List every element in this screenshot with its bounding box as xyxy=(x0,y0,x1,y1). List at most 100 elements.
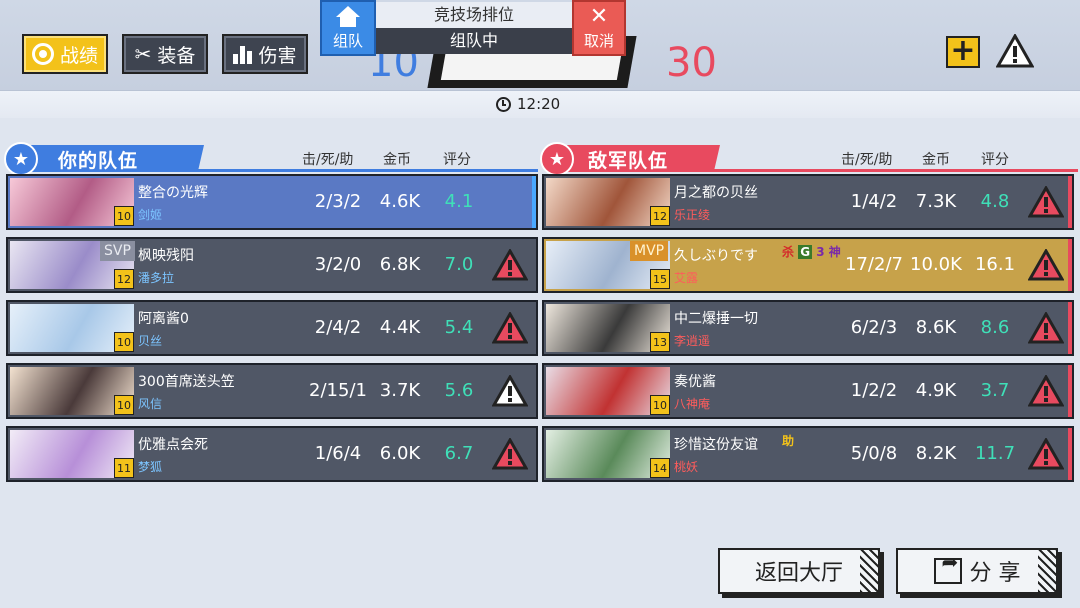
tab-damage-label: 伤害 xyxy=(258,44,297,67)
tab-record[interactable]: 战绩 xyxy=(22,34,108,74)
row-stripe xyxy=(532,302,536,354)
report-player-icon[interactable] xyxy=(492,375,528,407)
match-timer: 12:20 xyxy=(496,94,560,114)
row-stripe xyxy=(1068,428,1072,480)
share-button[interactable]: 分 享 xyxy=(896,548,1058,594)
rating-value: 5.4 xyxy=(444,317,474,338)
row-stripe xyxy=(532,239,536,291)
cancel-queue-button[interactable]: ✕ 取消 xyxy=(572,0,626,56)
player-name: 久しぶりです xyxy=(674,248,758,264)
kda-value: 2/3/2 xyxy=(314,191,362,212)
button-hatch xyxy=(860,550,878,592)
home-icon xyxy=(335,6,361,28)
enemy-team-badge: ★ xyxy=(540,142,574,176)
report-player-icon[interactable] xyxy=(1028,375,1064,407)
tab-equipment[interactable]: ✂ 装备 xyxy=(122,34,208,74)
tab-damage[interactable]: 伤害 xyxy=(222,34,308,74)
player-row[interactable]: 15 MVP 久しぶりです 艾露 17/2/7 10.0K 16.1 杀 G 3 神 xyxy=(542,237,1074,293)
kill-badge: 杀 xyxy=(782,245,795,259)
kda-value: 2/4/2 xyxy=(314,317,362,338)
player-level: 13 xyxy=(650,332,670,352)
queue-status: 组队中 xyxy=(449,31,498,50)
player-row[interactable]: 12 月之都の贝丝 乐正绫 1/4/2 7.3K 4.8 xyxy=(542,174,1074,230)
report-player-icon[interactable] xyxy=(1028,312,1064,344)
queue-title: 竞技场排位 xyxy=(376,2,572,28)
row-stripe xyxy=(532,176,536,228)
row-stripe xyxy=(532,428,536,480)
gold-value: 4.4K xyxy=(379,317,421,338)
report-player-icon[interactable] xyxy=(492,312,528,344)
player-level: 10 xyxy=(114,206,134,226)
add-friend-button[interactable]: + xyxy=(946,36,980,68)
achievement-badges: 杀 G 3 神 xyxy=(782,243,841,260)
player-row[interactable]: 13 中二爆捶一切 李逍遥 6/2/3 8.6K 8.6 xyxy=(542,300,1074,356)
rating-value: 4.8 xyxy=(980,191,1010,212)
player-row[interactable]: 10 奏优酱 八神庵 1/2/2 4.9K 3.7 xyxy=(542,363,1074,419)
close-icon: ✕ xyxy=(589,4,609,29)
mvp-badge: MVP xyxy=(630,241,669,261)
row-stripe xyxy=(532,365,536,417)
report-icon[interactable] xyxy=(996,34,1034,68)
button-hatch xyxy=(1038,550,1056,592)
report-player-icon[interactable] xyxy=(1028,186,1064,218)
player-row[interactable]: 10 整合の光辉 剑姬 2/3/2 4.6K 4.1 xyxy=(6,174,538,230)
enemy-kda-header: 击/死/助 xyxy=(841,152,893,168)
kda-value: 1/4/2 xyxy=(850,191,898,212)
back-to-lobby-button[interactable]: 返回大厅 xyxy=(718,548,880,594)
gold-value: 3.7K xyxy=(379,380,421,401)
rating-value: 6.7 xyxy=(444,443,474,464)
enemy-team-name: 敌军队伍 xyxy=(588,150,669,172)
player-level: 10 xyxy=(114,395,134,415)
team-button[interactable]: 组队 xyxy=(320,0,376,56)
player-row[interactable]: 10 阿离酱0 贝丝 2/4/2 4.4K 5.4 xyxy=(6,300,538,356)
report-player-icon[interactable] xyxy=(492,249,528,281)
gold-value: 6.8K xyxy=(379,254,421,275)
row-stripe xyxy=(1068,239,1072,291)
player-name: 月之都の贝丝 xyxy=(674,185,758,201)
triple-badge: 3 xyxy=(816,245,825,259)
back-button-label: 返回大厅 xyxy=(754,561,843,586)
god-badge: 神 xyxy=(828,245,841,259)
kda-value: 1/6/4 xyxy=(314,443,362,464)
ally-kda-header: 击/死/助 xyxy=(302,152,354,168)
equipment-icon: ✂ xyxy=(134,42,152,66)
enemy-score: 30 xyxy=(666,40,717,86)
hero-name: 潘多拉 xyxy=(138,271,175,285)
player-row[interactable]: 14 珍惜这份友谊 桃妖 5/0/8 8.2K 11.7 助 xyxy=(542,426,1074,482)
player-row[interactable]: 11 优雅点会死 梦狐 1/6/4 6.0K 6.7 xyxy=(6,426,538,482)
enemy-rating-header: 评分 xyxy=(981,152,1009,168)
ally-gold-header: 金币 xyxy=(383,152,411,168)
gold-value: 6.0K xyxy=(379,443,421,464)
player-level: 10 xyxy=(650,395,670,415)
clock-icon xyxy=(496,96,511,112)
ally-team-badge: ★ xyxy=(4,142,38,176)
rating-value: 3.7 xyxy=(980,380,1010,401)
rating-value: 4.1 xyxy=(444,191,474,212)
player-name: 300首席送头笠 xyxy=(138,374,235,390)
player-row[interactable]: 10 300首席送头笠 风信 2/15/1 3.7K 5.6 xyxy=(6,363,538,419)
player-level: 11 xyxy=(114,458,134,478)
record-icon xyxy=(31,43,54,65)
player-level: 10 xyxy=(114,332,134,352)
team-button-label: 组队 xyxy=(332,32,363,50)
share-button-label: 分 享 xyxy=(969,561,1021,586)
kda-value: 6/2/3 xyxy=(850,317,898,338)
report-player-icon[interactable] xyxy=(1028,249,1064,281)
report-player-icon[interactable] xyxy=(1028,438,1064,470)
gold-value: 4.6K xyxy=(379,191,421,212)
tab-record-label: 战绩 xyxy=(59,44,98,67)
player-row[interactable]: 12 SVP 枫映残阳 潘多拉 3/2/0 6.8K 7.0 xyxy=(6,237,538,293)
hero-name: 桃妖 xyxy=(674,460,699,474)
ally-team-name: 你的队伍 xyxy=(58,150,139,172)
player-level: 14 xyxy=(650,458,670,478)
damage-chart-icon xyxy=(233,44,253,64)
timer-text: 12:20 xyxy=(517,95,561,113)
svp-badge: SVP xyxy=(100,241,135,261)
report-player-icon[interactable] xyxy=(492,438,528,470)
cancel-button-label: 取消 xyxy=(583,32,614,50)
hero-name: 李逍遥 xyxy=(674,334,711,348)
godlike-badge: G xyxy=(798,245,813,259)
player-name: 中二爆捶一切 xyxy=(674,311,758,327)
hero-name: 梦狐 xyxy=(138,460,163,474)
rating-value: 5.6 xyxy=(444,380,474,401)
